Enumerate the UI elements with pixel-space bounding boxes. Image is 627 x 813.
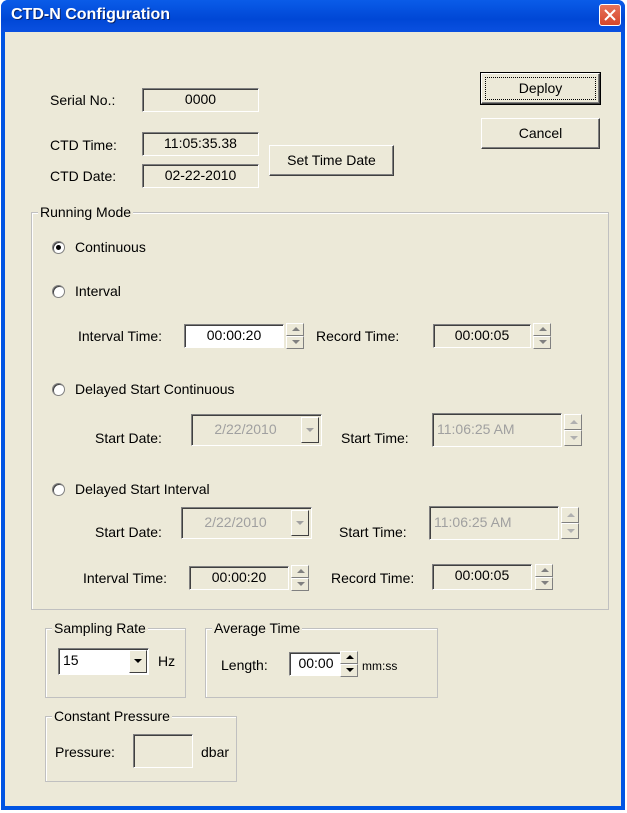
spin-down-button[interactable] [535, 577, 553, 590]
arrow-down-icon [567, 529, 575, 533]
spin-up-button[interactable] [291, 565, 309, 578]
delayed-continuous-label[interactable]: Delayed Start Continuous [75, 381, 235, 397]
arrow-up-icon [567, 513, 575, 517]
delayed-continuous-radio[interactable] [52, 383, 65, 396]
sampling-rate-unit: Hz [158, 653, 176, 669]
di-record-time-spinner[interactable] [535, 564, 553, 590]
arrow-up-icon [541, 568, 549, 572]
arrow-up-icon [292, 327, 300, 331]
spin-up-button[interactable] [535, 564, 553, 577]
spin-down-button[interactable] [533, 336, 551, 349]
window-title: CTD-N Configuration [11, 6, 171, 23]
pressure-label: Pressure: [55, 744, 115, 760]
di-interval-time-input[interactable]: 00:00:20 [189, 566, 289, 590]
dialog-body: Serial No.: 0000 CTD Time: 11:05:35.38 C… [5, 32, 621, 806]
arrow-up-icon [297, 569, 305, 573]
di-start-date-dropdown[interactable] [291, 510, 309, 536]
dc-start-time-spinner[interactable] [564, 414, 582, 446]
spin-down-button[interactable] [561, 523, 579, 539]
deploy-button[interactable]: Deploy [480, 72, 601, 105]
set-time-date-button[interactable]: Set Time Date [269, 145, 394, 176]
record-time-spinner[interactable] [533, 323, 551, 349]
length-label: Length: [221, 657, 268, 673]
continuous-radio[interactable] [52, 241, 65, 254]
arrow-up-icon [346, 655, 354, 659]
pressure-unit: dbar [201, 744, 230, 760]
dc-start-time-input[interactable]: 11:06:25 AM [432, 413, 562, 447]
focus-rect [485, 77, 596, 100]
title-bar[interactable]: CTD-N Configuration [1, 0, 625, 32]
record-time-input[interactable]: 00:00:05 [433, 324, 531, 348]
average-time-title: Average Time [212, 620, 303, 636]
dialog-window: CTD-N Configuration Serial No.: 0000 CTD… [1, 0, 625, 810]
ctd-date-label: CTD Date: [50, 168, 117, 184]
delayed-interval-label[interactable]: Delayed Start Interval [75, 481, 210, 497]
spin-up-button[interactable] [286, 323, 304, 336]
cancel-button[interactable]: Cancel [481, 118, 600, 149]
sampling-rate-title: Sampling Rate [52, 620, 148, 636]
interval-radio[interactable] [52, 285, 65, 298]
di-interval-time-label: Interval Time: [83, 570, 168, 586]
serial-field: 0000 [142, 88, 259, 112]
chevron-down-icon [134, 659, 142, 663]
di-record-time-label: Record Time: [331, 570, 415, 586]
radio-dot [56, 245, 61, 250]
pressure-input[interactable] [133, 734, 193, 768]
interval-time-input[interactable]: 00:00:20 [184, 324, 284, 348]
interval-time-spinner[interactable] [286, 323, 304, 349]
continuous-label[interactable]: Continuous [75, 239, 146, 255]
arrow-down-icon [570, 436, 578, 440]
di-interval-time-spinner[interactable] [291, 565, 309, 591]
spin-up-button[interactable] [533, 323, 551, 336]
di-start-time-label: Start Time: [339, 524, 407, 540]
arrow-down-icon [292, 340, 300, 344]
dc-start-time-label: Start Time: [341, 430, 409, 446]
ctd-date-field: 02-22-2010 [142, 164, 259, 188]
average-time-spinner[interactable] [340, 651, 358, 677]
arrow-down-icon [539, 340, 547, 344]
running-mode-group: Running Mode [31, 204, 609, 610]
average-time-unit: mm:ss [362, 659, 398, 673]
dc-start-date-label: Start Date: [95, 430, 162, 446]
arrow-down-icon [541, 581, 549, 585]
spin-up-button[interactable] [561, 507, 579, 523]
sampling-rate-dropdown[interactable] [129, 650, 147, 673]
di-start-date-label: Start Date: [95, 524, 162, 540]
close-button[interactable] [599, 4, 621, 26]
record-time-label: Record Time: [316, 328, 400, 344]
constant-pressure-title: Constant Pressure [52, 708, 172, 724]
close-icon [604, 9, 616, 21]
di-record-time-input[interactable]: 00:00:05 [432, 564, 532, 590]
di-start-time-spinner[interactable] [561, 507, 579, 539]
serial-label: Serial No.: [50, 92, 116, 108]
arrow-up-icon [539, 327, 547, 331]
spin-down-button[interactable] [564, 430, 582, 446]
dc-start-date-dropdown[interactable] [301, 417, 319, 443]
interval-label[interactable]: Interval [75, 283, 121, 299]
spin-down-button[interactable] [286, 336, 304, 349]
spin-up-button[interactable] [340, 651, 358, 664]
chevron-down-icon [296, 521, 304, 525]
arrow-up-icon [570, 420, 578, 424]
arrow-down-icon [346, 668, 354, 672]
delayed-interval-radio[interactable] [52, 483, 65, 496]
ctd-time-label: CTD Time: [50, 137, 117, 153]
spin-up-button[interactable] [564, 414, 582, 430]
average-time-input[interactable]: 00:00 [289, 652, 343, 676]
arrow-down-icon [297, 582, 305, 586]
spin-down-button[interactable] [340, 664, 358, 677]
di-start-time-input[interactable]: 11:06:25 AM [429, 506, 559, 540]
spin-down-button[interactable] [291, 578, 309, 591]
interval-time-label: Interval Time: [78, 328, 163, 344]
chevron-down-icon [306, 428, 314, 432]
ctd-time-field: 11:05:35.38 [142, 132, 259, 156]
running-mode-title: Running Mode [38, 204, 134, 220]
